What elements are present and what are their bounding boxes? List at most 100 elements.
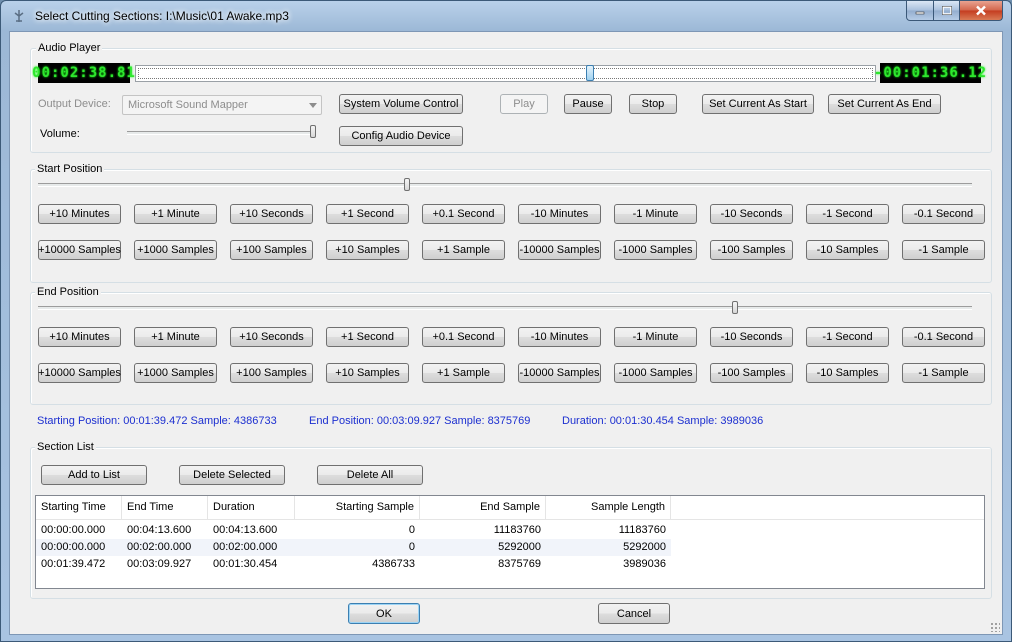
pause-button[interactable]: Pause (564, 94, 612, 114)
start-minus-10-samples-button[interactable]: -10 Samples (806, 240, 889, 260)
end-minus-1-sample-button[interactable]: -1 Sample (902, 363, 985, 383)
cancel-button[interactable]: Cancel (598, 603, 670, 624)
end-minus-1000-samples-button[interactable]: -1000 Samples (614, 363, 697, 383)
set-current-as-start-button[interactable]: Set Current As Start (702, 94, 814, 114)
table-cell: 00:00:00.000 (41, 524, 106, 536)
start-plusminus-1000-samples-button[interactable]: +1000 Samples (134, 240, 217, 260)
end-minus-10-minutes-button[interactable]: -10 Minutes (518, 327, 601, 347)
start-position-slider-track[interactable] (38, 183, 972, 187)
close-icon (976, 5, 986, 16)
output-device-select[interactable]: Microsoft Sound Mapper (122, 95, 322, 115)
start-minus-1-minute-button[interactable]: -1 Minute (614, 204, 697, 224)
playback-position-thumb[interactable] (585, 65, 594, 81)
config-audio-device-button[interactable]: Config Audio Device (339, 126, 463, 146)
table-cell: 0 (408, 541, 415, 553)
section-list-label: Section List (35, 441, 96, 453)
column-header-starting-sample[interactable]: Starting Sample (295, 496, 420, 519)
table-cell: 4386733 (372, 558, 415, 570)
volume-slider-thumb[interactable] (310, 125, 316, 138)
add-to-list-button[interactable]: Add to List (41, 465, 147, 485)
start-minus-01-second-button[interactable]: -0.1 Second (902, 204, 985, 224)
ok-button[interactable]: OK (348, 603, 420, 624)
table-cell: 5292000 (498, 541, 541, 553)
end-minus-1-minute-button[interactable]: -1 Minute (614, 327, 697, 347)
table-cell: 00:02:00.000 (213, 541, 278, 553)
end-plusminus-10-samples-button[interactable]: +10 Samples (326, 363, 409, 383)
end-minus-10000-samples-button[interactable]: -10000 Samples (518, 363, 601, 383)
volume-slider-track[interactable] (127, 131, 316, 135)
start-minus-10000-samples-button[interactable]: -10000 Samples (518, 240, 601, 260)
remaining-time-display: -00:01:36.12 (873, 63, 988, 83)
start-plusminus-10-minutes-button[interactable]: +10 Minutes (38, 204, 121, 224)
play-button[interactable]: Play (500, 94, 548, 114)
size-grip-icon[interactable] (990, 622, 1000, 632)
start-position-label: Start Position (35, 163, 105, 175)
delete-selected-button[interactable]: Delete Selected (179, 465, 285, 485)
end-minus-01-second-button[interactable]: -0.1 Second (902, 327, 985, 347)
table-cell: 00:04:13.600 (127, 524, 192, 536)
start-plusminus-1-second-button[interactable]: +1 Second (326, 204, 409, 224)
minimize-icon (915, 11, 925, 14)
starting-position-info: Starting Position: 00:01:39.472 Sample: … (37, 415, 277, 427)
end-plusminus-01-second-button[interactable]: +0.1 Second (422, 327, 505, 347)
start-minus-1000-samples-button[interactable]: -1000 Samples (614, 240, 697, 260)
column-header-starting-time[interactable]: Starting Time (36, 496, 122, 519)
table-cell: 00:04:13.600 (213, 524, 278, 536)
end-plusminus-1-sample-button[interactable]: +1 Sample (422, 363, 505, 383)
table-cell: 00:01:39.472 (41, 558, 106, 570)
start-plusminus-1-minute-button[interactable]: +1 Minute (134, 204, 217, 224)
end-plusminus-1-minute-button[interactable]: +1 Minute (134, 327, 217, 347)
column-header-end-sample[interactable]: End Sample (420, 496, 546, 519)
section-list-table[interactable]: Starting Time End Time Duration Starting Sa… (35, 495, 985, 589)
set-current-as-end-button[interactable]: Set Current As End (828, 94, 941, 114)
end-plusminus-100-samples-button[interactable]: +100 Samples (230, 363, 313, 383)
app-icon (14, 10, 24, 22)
minimize-button[interactable] (906, 1, 934, 21)
column-header-sample-length[interactable]: Sample Length (546, 496, 671, 519)
start-minus-10-seconds-button[interactable]: -10 Seconds (710, 204, 793, 224)
start-minus-1-sample-button[interactable]: -1 Sample (902, 240, 985, 260)
start-plusminus-10-seconds-button[interactable]: +10 Seconds (230, 204, 313, 224)
end-position-slider-thumb[interactable] (732, 301, 739, 314)
table-cell: 00:00:00.000 (41, 541, 106, 553)
start-position-slider-thumb[interactable] (403, 178, 410, 191)
end-minus-100-samples-button[interactable]: -100 Samples (710, 363, 793, 383)
table-row[interactable]: 00:01:39.472 00:03:09.927 00:01:30.454 4386… (36, 556, 671, 573)
maximize-button[interactable] (934, 1, 960, 21)
system-volume-control-button[interactable]: System Volume Control (339, 94, 463, 114)
end-plusminus-10000-samples-button[interactable]: +10000 Samples (38, 363, 121, 383)
dialog-window: Select Cutting Sections: I:\Music\01 Awa… (0, 0, 1012, 642)
volume-label: Volume: (40, 128, 80, 140)
table-cell: 8375769 (498, 558, 541, 570)
start-minus-100-samples-button[interactable]: -100 Samples (710, 240, 793, 260)
title-bar[interactable]: Select Cutting Sections: I:\Music\01 Awa… (1, 1, 1011, 31)
stop-button[interactable]: Stop (629, 94, 677, 114)
table-row[interactable]: 00:00:00.000 00:04:13.600 00:04:13.600 0 111… (36, 522, 671, 539)
output-device-value: Microsoft Sound Mapper (128, 99, 248, 111)
start-minus-1-second-button[interactable]: -1 Second (806, 204, 889, 224)
end-plusminus-10-seconds-button[interactable]: +10 Seconds (230, 327, 313, 347)
table-cell: 3989036 (623, 558, 666, 570)
end-plusminus-1-second-button[interactable]: +1 Second (326, 327, 409, 347)
playback-progress-bar[interactable] (135, 65, 876, 82)
delete-all-button[interactable]: Delete All (317, 465, 423, 485)
start-plusminus-01-second-button[interactable]: +0.1 Second (422, 204, 505, 224)
start-plusminus-10-samples-button[interactable]: +10 Samples (326, 240, 409, 260)
end-plusminus-10-minutes-button[interactable]: +10 Minutes (38, 327, 121, 347)
start-plusminus-10000-samples-button[interactable]: +10000 Samples (38, 240, 121, 260)
end-minus-1-second-button[interactable]: -1 Second (806, 327, 889, 347)
close-button[interactable] (960, 1, 1003, 21)
start-plusminus-100-samples-button[interactable]: +100 Samples (230, 240, 313, 260)
table-cell: 11183760 (493, 524, 541, 536)
column-header-end-time[interactable]: End Time (122, 496, 208, 519)
end-position-slider-track[interactable] (38, 306, 972, 310)
audio-player-label: Audio Player (36, 42, 103, 54)
end-minus-10-seconds-button[interactable]: -10 Seconds (710, 327, 793, 347)
start-minus-10-minutes-button[interactable]: -10 Minutes (518, 204, 601, 224)
table-cell: 00:01:30.454 (213, 558, 278, 570)
start-plusminus-1-sample-button[interactable]: +1 Sample (422, 240, 505, 260)
column-header-duration[interactable]: Duration (208, 496, 295, 519)
table-row[interactable]: 00:00:00.000 00:02:00.000 00:02:00.000 0 529… (36, 539, 671, 556)
end-minus-10-samples-button[interactable]: -10 Samples (806, 363, 889, 383)
end-plusminus-1000-samples-button[interactable]: +1000 Samples (134, 363, 217, 383)
